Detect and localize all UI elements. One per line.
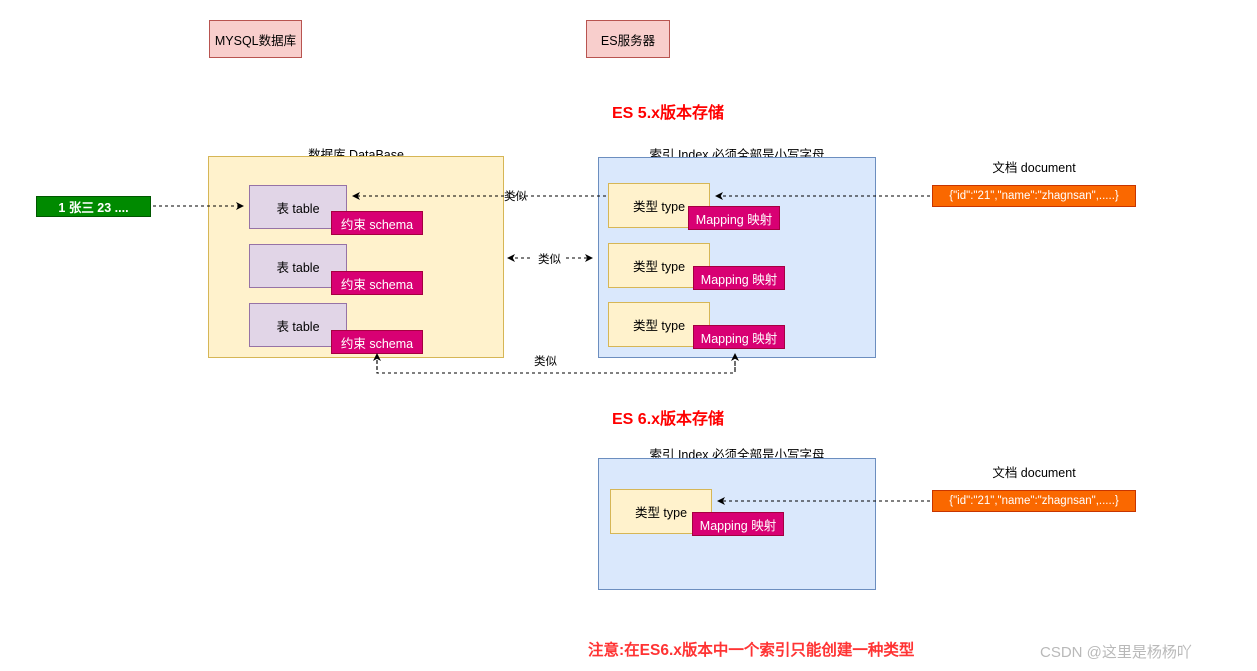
es5-mapping-tag-2: Mapping 映射	[693, 266, 785, 290]
es6-note: 注意:在ES6.x版本中一个索引只能创建一种类型	[588, 642, 915, 659]
record-row-label: 1 张三 23 ....	[58, 201, 129, 215]
es5-section-title: ES 5.x版本存储	[612, 105, 725, 122]
es6-mapping-tag-1: Mapping 映射	[692, 512, 784, 536]
schema-tag-2: 约束 schema	[331, 271, 423, 295]
es-server-box: ES服务器	[586, 20, 670, 58]
es6-section-title: ES 6.x版本存储	[612, 411, 725, 428]
schema-label: 约束 schema	[340, 217, 414, 232]
mapping-label: Mapping 映射	[699, 518, 777, 533]
mapping-label: Mapping 映射	[695, 212, 773, 227]
record-row-box: 1 张三 23 ....	[36, 196, 151, 217]
es5-mapping-tag-1: Mapping 映射	[688, 206, 780, 230]
type-label: 类型 type	[632, 260, 686, 274]
schema-tag-1: 约束 schema	[331, 211, 423, 235]
mapping-label: Mapping 映射	[700, 331, 778, 346]
es6-document-value: {"id":"21","name":"zhagnsan",.....}	[949, 495, 1119, 507]
table-label: 表 table	[276, 201, 320, 216]
mapping-label: Mapping 映射	[700, 272, 778, 287]
mysql-server-label: MYSQL数据库	[214, 33, 297, 48]
es-server-label: ES服务器	[600, 33, 656, 48]
schema-label: 约束 schema	[340, 277, 414, 292]
similar-label-middle: 类似	[538, 254, 561, 266]
schema-label: 约束 schema	[340, 336, 414, 351]
similar-label-top: 类似	[504, 191, 527, 203]
similar-label-bottom: 类似	[534, 356, 557, 368]
es5-document-box: {"id":"21","name":"zhagnsan",.....}	[932, 185, 1136, 207]
es5-mapping-tag-3: Mapping 映射	[693, 325, 785, 349]
es5-document-caption: 文档 document	[992, 161, 1076, 175]
es5-document-value: {"id":"21","name":"zhagnsan",.....}	[949, 190, 1119, 202]
table-label: 表 table	[276, 260, 320, 275]
es6-document-box: {"id":"21","name":"zhagnsan",.....}	[932, 490, 1136, 512]
schema-tag-3: 约束 schema	[331, 330, 423, 354]
csdn-watermark: CSDN @这里是杨杨吖	[1040, 644, 1192, 661]
type-label: 类型 type	[634, 506, 688, 520]
type-label: 类型 type	[632, 319, 686, 333]
es6-document-caption: 文档 document	[992, 466, 1076, 480]
type-label: 类型 type	[632, 200, 686, 214]
table-label: 表 table	[276, 319, 320, 334]
mysql-server-box: MYSQL数据库	[209, 20, 302, 58]
